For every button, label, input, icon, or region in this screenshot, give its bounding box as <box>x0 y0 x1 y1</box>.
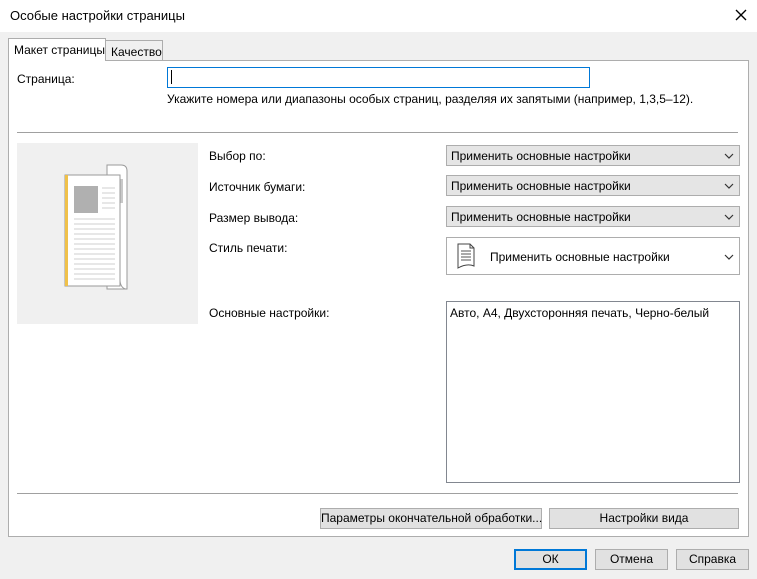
help-button[interactable]: Справка <box>676 549 749 570</box>
view-settings-button[interactable]: Настройки вида <box>549 508 739 529</box>
page-preview <box>17 143 198 324</box>
chevron-down-icon <box>724 214 734 220</box>
select-by-dropdown[interactable]: Применить основные настройки <box>446 145 740 166</box>
page-hint: Укажите номера или диапазоны особых стра… <box>167 92 694 106</box>
separator-bottom <box>17 493 738 494</box>
window-title: Особые настройки страницы <box>10 8 185 23</box>
output-size-label: Размер вывода: <box>209 211 299 225</box>
chevron-down-icon <box>724 153 734 159</box>
finishing-options-button[interactable]: Параметры окончательной обработки... <box>320 508 542 529</box>
chevron-down-icon <box>724 183 734 189</box>
paper-source-dropdown[interactable]: Применить основные настройки <box>446 175 740 196</box>
print-style-dropdown[interactable]: Применить основные настройки <box>446 237 740 275</box>
cancel-button[interactable]: Отмена <box>595 549 668 570</box>
tab-quality[interactable]: Качество <box>106 40 163 61</box>
print-style-value: Применить основные настройки <box>490 250 670 264</box>
separator-top <box>17 132 738 133</box>
chevron-down-icon <box>724 254 734 260</box>
title-bar: Особые настройки страницы <box>0 0 757 32</box>
document-preview-icon <box>64 164 128 290</box>
output-size-dropdown[interactable]: Применить основные настройки <box>446 206 740 227</box>
basic-settings-box[interactable]: Авто, A4, Двухсторонняя печать, Черно-бе… <box>446 301 740 483</box>
paper-source-label: Источник бумаги: <box>209 180 306 194</box>
text-cursor <box>171 70 172 84</box>
select-by-value: Применить основные настройки <box>451 149 631 163</box>
page-label: Страница: <box>17 72 75 86</box>
print-style-label: Стиль печати: <box>209 241 288 255</box>
basic-settings-value: Авто, A4, Двухсторонняя печать, Черно-бе… <box>450 306 710 320</box>
tab-page-layout[interactable]: Макет страницы <box>8 38 106 61</box>
page-style-icon <box>457 243 475 269</box>
basic-settings-label: Основные настройки: <box>209 306 330 320</box>
paper-source-value: Применить основные настройки <box>451 179 631 193</box>
output-size-value: Применить основные настройки <box>451 210 631 224</box>
ok-button[interactable]: ОК <box>514 549 587 570</box>
close-icon[interactable] <box>733 7 749 23</box>
select-by-label: Выбор по: <box>209 149 266 163</box>
page-input[interactable] <box>167 67 590 88</box>
